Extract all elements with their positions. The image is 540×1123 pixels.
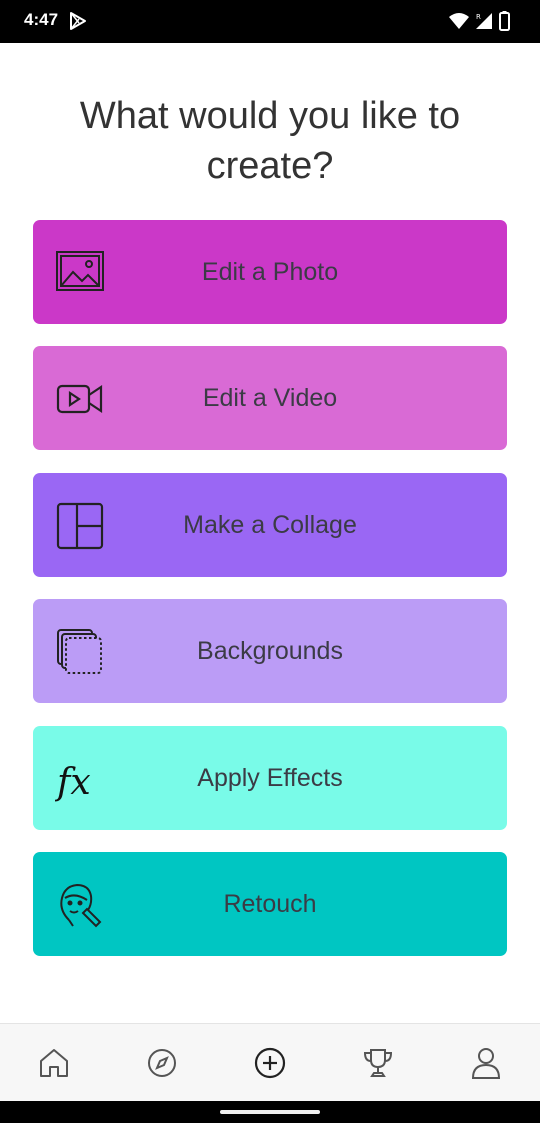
status-bar: 4:47 R — [0, 0, 540, 43]
add-circle-icon[interactable] — [253, 1046, 287, 1080]
apply-effects-label: Apply Effects — [197, 763, 343, 792]
edit-video-button[interactable]: Edit a Video — [33, 346, 507, 450]
compass-icon[interactable] — [145, 1046, 179, 1080]
status-time: 4:47 — [24, 10, 59, 29]
edit-video-label: Edit a Video — [202, 383, 338, 412]
page-title: What would you like to create? — [79, 95, 461, 187]
profile-icon[interactable] — [469, 1046, 503, 1080]
make-collage-label: Make a Collage — [183, 510, 357, 539]
gesture-bar — [0, 1101, 540, 1123]
retouch-button[interactable]: Retouch — [33, 852, 507, 956]
backgrounds-label: Backgrounds — [197, 636, 343, 665]
home-gesture-handle[interactable] — [220, 1110, 320, 1114]
home-icon[interactable] — [37, 1046, 71, 1080]
wifi-icon — [449, 12, 469, 34]
svg-text:R: R — [476, 13, 481, 21]
trophy-icon[interactable] — [361, 1046, 395, 1080]
signal-icon: R — [475, 12, 493, 34]
make-collage-button[interactable]: Make a Collage — [33, 473, 507, 577]
retouch-label: Retouch — [223, 889, 317, 918]
edit-photo-label: Edit a Photo — [201, 257, 339, 286]
battery-icon — [499, 11, 510, 35]
create-screen: What would you like to create? Edit a Ph… — [0, 43, 540, 1023]
apply-effects-button[interactable]: fx Apply Effects — [33, 726, 507, 830]
bottom-navigation — [0, 1023, 540, 1102]
backgrounds-button[interactable]: Backgrounds — [33, 599, 507, 703]
play-store-icon — [68, 11, 88, 35]
edit-photo-button[interactable]: Edit a Photo — [33, 220, 507, 324]
